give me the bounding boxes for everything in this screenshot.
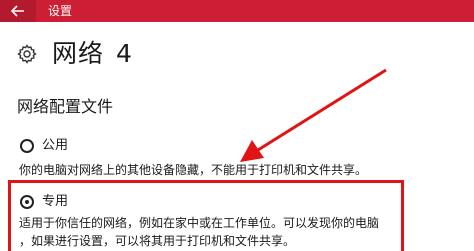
option-public-description: 你的电脑对网络上的其他设备隐藏，不能用于打印机和文件共享。 [19,163,368,177]
back-arrow-icon [11,5,24,17]
network-number: 4 [116,39,133,68]
option-public-label: 公用 [42,138,69,153]
radio-public[interactable] [20,139,34,153]
title-bar: 设置 [0,0,474,22]
annotation-highlight-box [8,180,404,251]
back-button[interactable] [0,0,36,22]
window-title: 设置 [48,4,73,18]
section-title: 网络配置文件 [17,97,114,116]
page-title-text: 网络 [52,39,105,68]
settings-window: 设置 网络 4 网络配置文件 公用 你的电脑对网络上的其他设备隐藏，不能用于打印机… [0,0,474,251]
page-title: 网络 4 [52,38,133,70]
gear-icon [17,44,37,64]
